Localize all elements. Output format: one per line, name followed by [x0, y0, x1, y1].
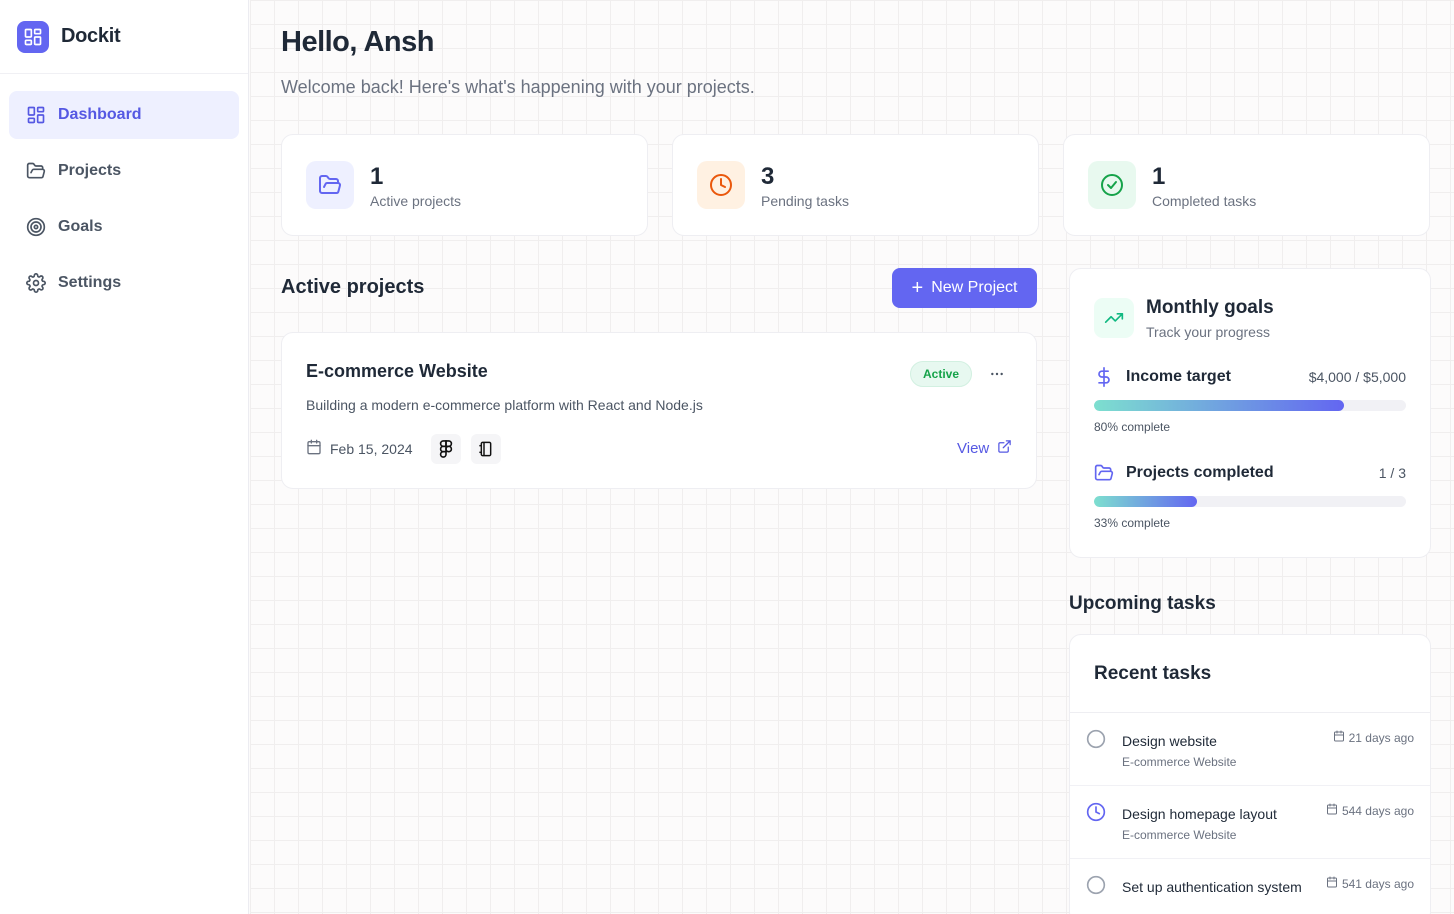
project-card[interactable]: E-commerce Website Active Building a mod…	[281, 332, 1037, 489]
page-title: Hello, Ansh	[281, 26, 434, 58]
stat-label: Pending tasks	[761, 193, 849, 209]
project-description: Building a modern e-commerce platform wi…	[306, 397, 703, 413]
page-subtitle: Welcome back! Here's what's happening wi…	[281, 77, 755, 97]
external-link-icon	[997, 439, 1012, 458]
calendar-icon	[1333, 730, 1345, 745]
active-projects-heading: Active projects	[281, 276, 425, 298]
target-icon	[26, 217, 46, 237]
goal-name: Projects completed	[1126, 464, 1274, 481]
sidebar-item-dashboard[interactable]: Dashboard	[9, 91, 239, 139]
trending-up-icon	[1094, 298, 1134, 338]
stat-value: 1	[370, 163, 384, 190]
monthly-goals-card: Monthly goals Track your progress Income…	[1069, 268, 1431, 558]
task-time-text: 21 days ago	[1348, 730, 1414, 745]
notion-icon[interactable]	[471, 434, 501, 464]
sidebar-item-projects[interactable]: Projects	[9, 147, 239, 195]
sidebar: Dockit Dashboard Projects Goals Settings	[0, 0, 249, 914]
view-label: View	[957, 440, 990, 457]
sidebar-item-settings[interactable]: Settings	[9, 259, 239, 307]
recent-tasks-title: Recent tasks	[1070, 635, 1430, 713]
task-time: 541 days ago	[1326, 876, 1414, 891]
stat-value: 3	[761, 163, 775, 190]
task-time-text: 541 days ago	[1341, 876, 1414, 891]
sidebar-item-label: Settings	[58, 274, 122, 291]
task-item[interactable]: Set up authentication system 541 days ag…	[1070, 859, 1430, 914]
sidebar-nav: Dashboard Projects Goals Settings	[0, 74, 248, 332]
recent-tasks-card: Recent tasks Design website E-commerce W…	[1069, 634, 1431, 914]
stat-card-pending-tasks: 3 Pending tasks	[672, 134, 1039, 236]
project-date: Feb 15, 2024	[306, 439, 413, 458]
dollar-icon	[1094, 367, 1114, 387]
app-name: Dockit	[61, 25, 121, 47]
goal-progress-bar	[1094, 400, 1406, 411]
new-project-button[interactable]: + New Project	[892, 268, 1037, 308]
more-options-button[interactable]	[986, 363, 1008, 385]
plus-icon: +	[911, 277, 924, 299]
project-name: E-commerce Website	[306, 361, 488, 381]
project-date-text: Feb 15, 2024	[330, 440, 413, 457]
task-time: 544 days ago	[1326, 803, 1414, 818]
figma-icon[interactable]	[431, 434, 461, 464]
stat-label: Active projects	[370, 193, 462, 209]
goal-projects-completed: Projects completed 1 / 3 33% complete	[1094, 462, 1406, 530]
task-title: Set up authentication system	[1122, 879, 1302, 895]
sidebar-item-label: Projects	[58, 162, 122, 179]
main-content: Hello, Ansh Welcome back! Here's what's …	[250, 0, 1454, 914]
goal-progress-fill	[1094, 496, 1197, 507]
stat-label: Completed tasks	[1152, 193, 1257, 209]
clock-icon	[697, 161, 745, 209]
task-time-text: 544 days ago	[1341, 803, 1414, 818]
goal-percent: 80% complete	[1094, 420, 1171, 434]
goal-income-target: Income target $4,000 / $5,000 80% comple…	[1094, 366, 1406, 434]
gear-icon	[26, 273, 46, 293]
stat-card-active-projects: 1 Active projects	[281, 134, 648, 236]
goals-subtitle: Track your progress	[1146, 324, 1270, 340]
stat-card-completed-tasks: 1 Completed tasks	[1063, 134, 1430, 236]
goal-progress-fill	[1094, 400, 1344, 411]
new-project-label: New Project	[931, 279, 1018, 296]
goal-name: Income target	[1126, 368, 1231, 385]
sidebar-item-label: Dashboard	[58, 106, 142, 123]
view-project-link[interactable]: View	[957, 439, 1012, 458]
task-project: E-commerce Website	[1122, 828, 1237, 842]
task-item[interactable]: Design homepage layout E-commerce Websit…	[1070, 786, 1430, 859]
empty-circle-icon[interactable]	[1086, 875, 1106, 895]
calendar-icon	[306, 439, 322, 458]
clock-icon[interactable]	[1086, 802, 1106, 822]
sidebar-item-label: Goals	[58, 218, 103, 235]
task-title: Design website	[1122, 733, 1217, 749]
brand[interactable]: Dockit	[0, 0, 248, 74]
folder-icon	[1094, 463, 1114, 483]
calendar-icon	[1326, 803, 1338, 818]
task-item[interactable]: Design website E-commerce Website 21 day…	[1070, 713, 1430, 786]
more-horizontal-icon	[991, 372, 1003, 376]
folder-open-icon	[306, 161, 354, 209]
check-circle-icon	[1088, 161, 1136, 209]
goal-progress-bar	[1094, 496, 1406, 507]
dashboard-icon	[26, 105, 46, 125]
stat-value: 1	[1152, 163, 1166, 190]
folder-icon	[26, 161, 46, 181]
sidebar-item-goals[interactable]: Goals	[9, 203, 239, 251]
status-badge: Active	[910, 361, 973, 387]
goal-value: 1 / 3	[1378, 465, 1406, 481]
task-project: E-commerce Website	[1122, 755, 1237, 769]
empty-circle-icon[interactable]	[1086, 729, 1106, 749]
logo-icon	[17, 20, 49, 53]
task-time: 21 days ago	[1333, 730, 1414, 745]
task-title: Design homepage layout	[1122, 806, 1277, 822]
goal-value: $4,000 / $5,000	[1308, 369, 1406, 385]
upcoming-tasks-heading: Upcoming tasks	[1069, 593, 1216, 614]
calendar-icon	[1326, 876, 1338, 891]
goal-percent: 33% complete	[1094, 516, 1171, 530]
goals-title: Monthly goals	[1146, 297, 1274, 318]
